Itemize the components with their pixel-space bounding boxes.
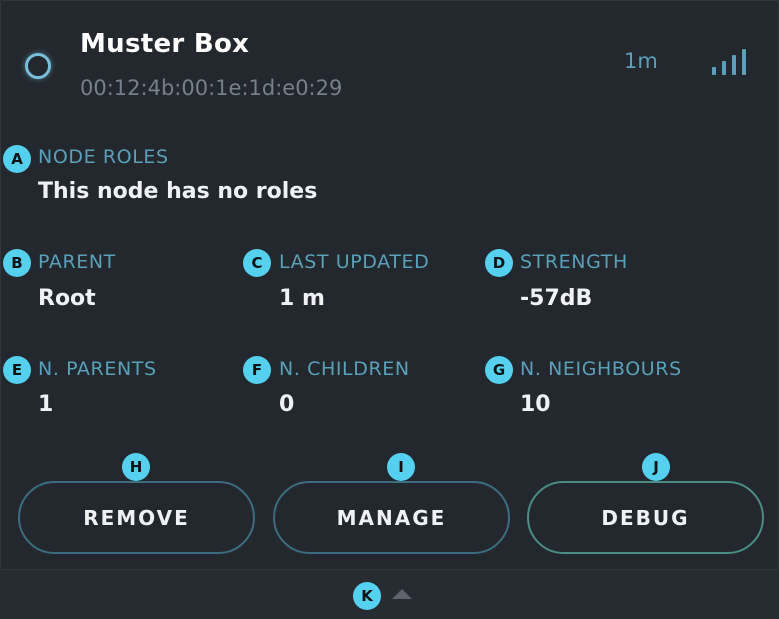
node-roles-label: NODE ROLES: [38, 146, 169, 168]
manage-button[interactable]: MANAGE: [273, 481, 510, 554]
strength-label: STRENGTH: [520, 251, 628, 273]
marker-j: J: [642, 453, 670, 481]
marker-c: C: [243, 249, 271, 277]
node-roles-value: This node has no roles: [38, 179, 318, 204]
node-name: Muster Box: [80, 29, 250, 59]
card-footer: [0, 570, 779, 619]
last-updated-label: LAST UPDATED: [279, 251, 430, 273]
n-parents-value: 1: [38, 392, 54, 417]
node-card: Muster Box 00:12:4b:00:1e:1d:e0:29 1m A …: [0, 0, 779, 570]
remove-button[interactable]: REMOVE: [18, 481, 255, 554]
n-children-value: 0: [279, 392, 295, 417]
marker-e: E: [3, 356, 31, 384]
marker-f: F: [243, 356, 271, 384]
marker-d: D: [485, 249, 513, 277]
parent-label: PARENT: [38, 251, 116, 273]
parent-value: Root: [38, 286, 96, 311]
node-address: 00:12:4b:00:1e:1d:e0:29: [80, 76, 343, 100]
signal-bars-icon: [712, 49, 746, 75]
marker-i: I: [387, 453, 415, 481]
debug-button[interactable]: DEBUG: [527, 481, 764, 554]
n-children-label: N. CHILDREN: [279, 358, 410, 380]
marker-g: G: [485, 356, 513, 384]
strength-value: -57dB: [520, 286, 593, 311]
status-ring-icon: [25, 53, 51, 79]
n-neighbours-value: 10: [520, 392, 551, 417]
marker-k: K: [353, 582, 381, 610]
chevron-up-icon[interactable]: [392, 589, 412, 599]
marker-h: H: [122, 453, 150, 481]
last-updated-value: 1 m: [279, 286, 325, 311]
marker-a: A: [3, 145, 31, 173]
n-parents-label: N. PARENTS: [38, 358, 157, 380]
n-neighbours-label: N. NEIGHBOURS: [520, 358, 682, 380]
last-seen: 1m: [624, 49, 658, 73]
marker-b: B: [3, 249, 31, 277]
